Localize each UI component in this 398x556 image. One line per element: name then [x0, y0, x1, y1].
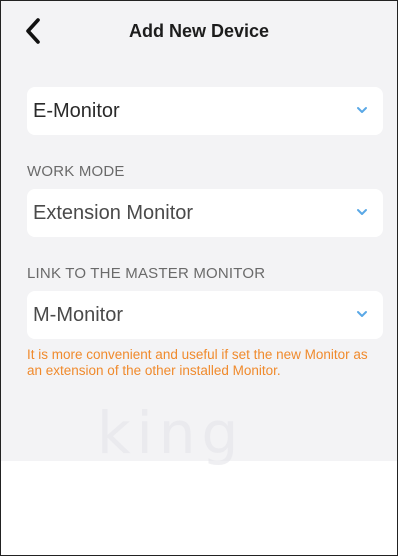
chevron-down-icon: [357, 209, 367, 215]
work-mode-label: WORK MODE: [27, 163, 125, 180]
work-mode-value: Extension Monitor: [33, 201, 194, 224]
device-type-select[interactable]: E-Monitor: [27, 87, 383, 135]
hint-text: It is more convenient and useful if set …: [27, 347, 368, 378]
chevron-down-icon: [357, 311, 367, 317]
link-master-select[interactable]: M-Monitor: [27, 291, 383, 339]
link-master-value: M-Monitor: [33, 303, 124, 326]
device-type-value: E-Monitor: [33, 99, 120, 122]
page-title: Add New Device: [128, 21, 270, 41]
chevron-down-icon: [357, 107, 367, 113]
link-master-label: LINK TO THE MASTER MONITOR: [27, 265, 266, 282]
app-screen: king Add New Device E-Monitor WORK MODE …: [0, 0, 398, 556]
work-mode-select[interactable]: Extension Monitor: [27, 189, 383, 237]
header-bar: Add New Device: [1, 1, 397, 63]
